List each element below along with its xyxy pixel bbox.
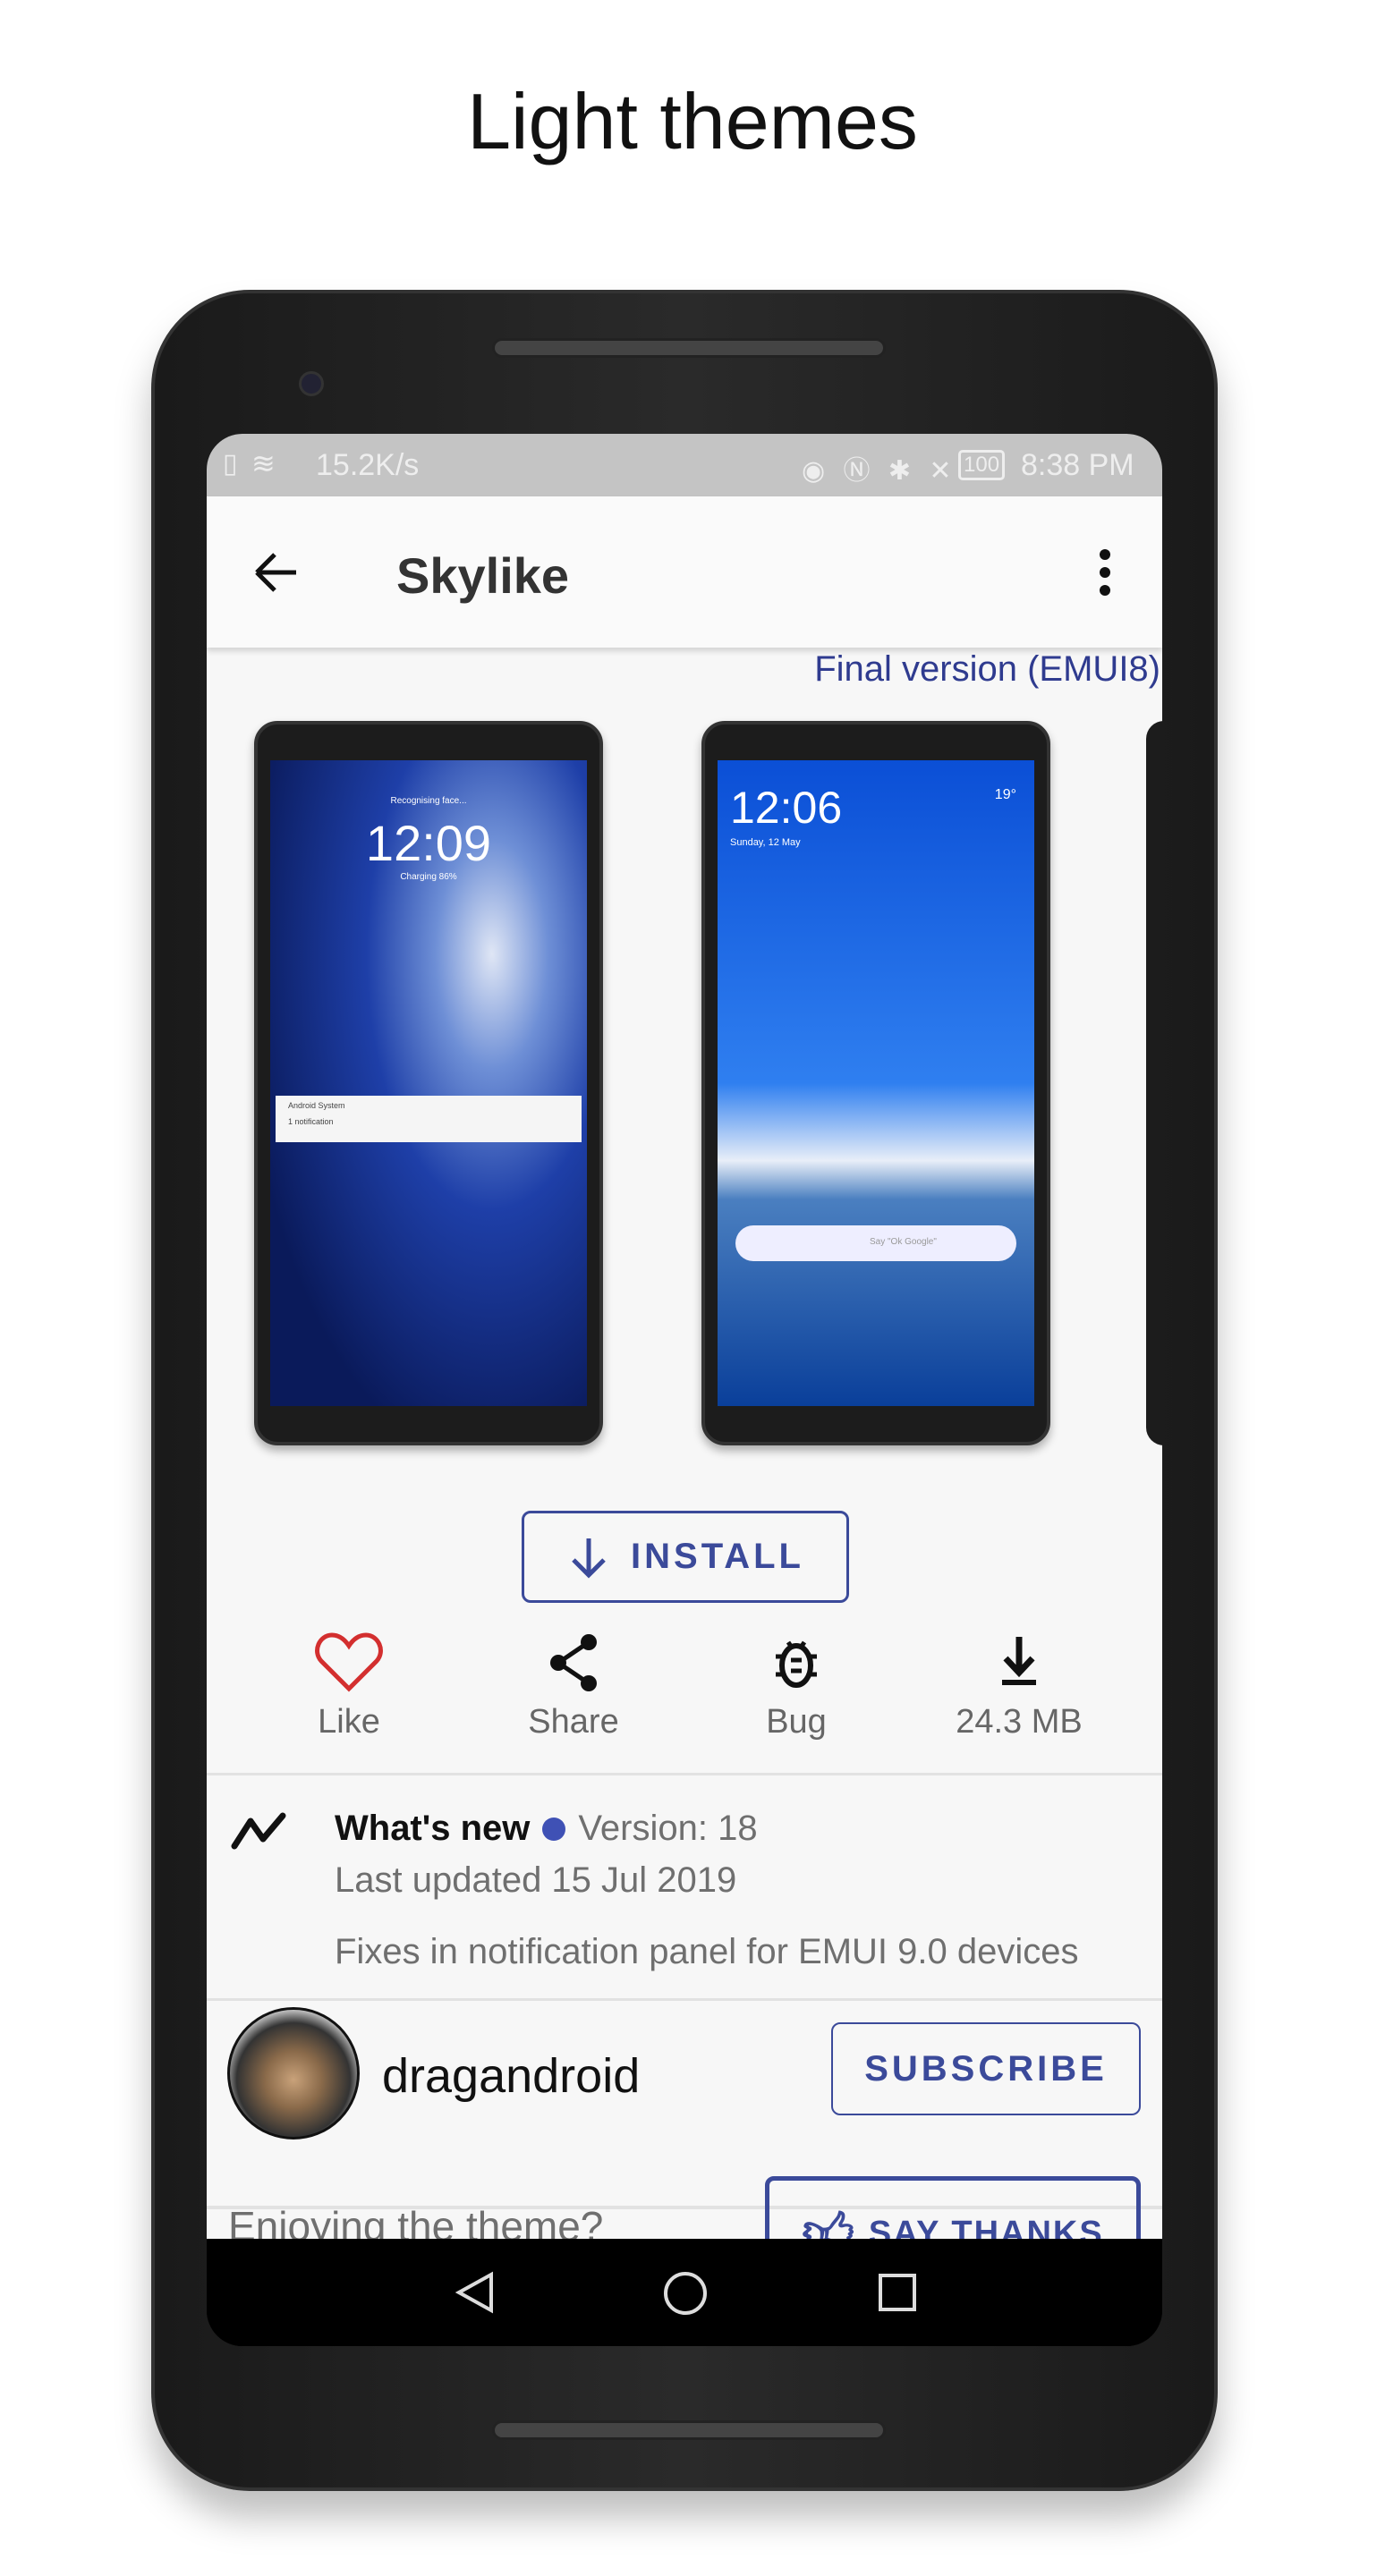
divider [207,1773,1162,1775]
bug-icon [776,1640,817,1688]
nav-back-icon[interactable] [455,2271,495,2314]
author-name[interactable]: dragandroid [382,2048,640,2104]
more-vert-icon[interactable] [1098,548,1112,597]
app-bar: Skylike [207,496,1162,648]
dot-separator [542,1817,566,1841]
divider [207,1998,1162,2001]
download-icon [1002,1637,1036,1685]
install-button[interactable]: INSTALL [522,1511,849,1603]
lock-time: 12:09 [365,815,492,871]
sim-icon: ▯ [223,449,238,479]
nav-home-icon[interactable] [663,2271,708,2316]
say-thanks-button[interactable]: 👍︎ SAY THANKS [765,2176,1141,2239]
thumbs-up-icon: 👍︎ [802,2203,856,2239]
subscribe-button[interactable]: SUBSCRIBE [831,2022,1141,2115]
lock-hint: Recognising face... [390,796,467,806]
size-label: 24.3 MB [956,1703,1083,1741]
screenshot-next[interactable] [1146,721,1162,1445]
page-title: Skylike [396,547,570,604]
bug-label: Bug [766,1703,827,1741]
arrow-left-icon[interactable] [253,552,298,593]
bug-button[interactable]: Bug [698,1631,895,1741]
notif-title: Android System [288,1101,345,1110]
download-size: 24.3 MB [921,1631,1117,1741]
front-camera [299,371,324,396]
arrow-down-icon [572,1538,606,1579]
lock-charging: Charging 86% [400,872,457,882]
like-button[interactable]: Like [251,1631,447,1741]
notif-body: 1 notification [288,1117,334,1126]
whats-new-header: What's new Version: 18 [335,1809,758,1849]
last-updated: Last updated 15 Jul 2019 [335,1860,737,1900]
wifi-icon: ≋ [251,447,276,479]
version-label: Final version (EMUI8) [814,649,1160,689]
home-time: 12:06 [730,783,843,833]
home-weather: 19° [994,787,1016,802]
network-speed: 15.2K/s [316,448,420,482]
clock: 8:38 PM [1021,448,1134,482]
status-bar: ▯ ≋ 15.2K/s ◉ Ⓝ ✱ ✕ 100 8:38 PM [207,434,1162,496]
status-icons: ◉ Ⓝ ✱ ✕ [802,456,957,486]
heart-outline-icon [315,1632,383,1692]
screenshot-lockscreen[interactable]: Recognising face... 12:09 Charging 86% A… [254,721,603,1445]
trending-icon [231,1812,286,1850]
thanks-prompt: Enjoying the theme? [228,2203,604,2239]
version-number: Version: 18 [578,1809,758,1848]
home-date: Sunday, 12 May [730,837,801,848]
share-label: Share [528,1703,619,1741]
nav-recents-icon[interactable] [878,2273,917,2312]
bottom-speaker [492,2420,886,2440]
install-label: INSTALL [631,1537,804,1576]
home-search: Say "Ok Google" [735,1225,1016,1261]
avatar[interactable] [227,2007,360,2140]
battery-icon: 100 [958,450,1006,480]
share-button[interactable]: Share [475,1631,672,1741]
whats-new-title: What's new [335,1809,531,1848]
earpiece-speaker [492,338,886,358]
share-icon [550,1634,597,1691]
say-thanks-label: SAY THANKS [868,2215,1104,2239]
navigation-bar [207,2239,1162,2346]
like-label: Like [318,1703,380,1741]
headline: Light themes [467,77,918,165]
screenshot-homescreen[interactable]: 12:06 Sunday, 12 May 19° Say "Ok Google" [701,721,1050,1445]
release-notes: Fixes in notification panel for EMUI 9.0… [335,1932,1079,1971]
thanks-row: Enjoying the theme? 👍︎ SAY THANKS [207,2129,1162,2239]
